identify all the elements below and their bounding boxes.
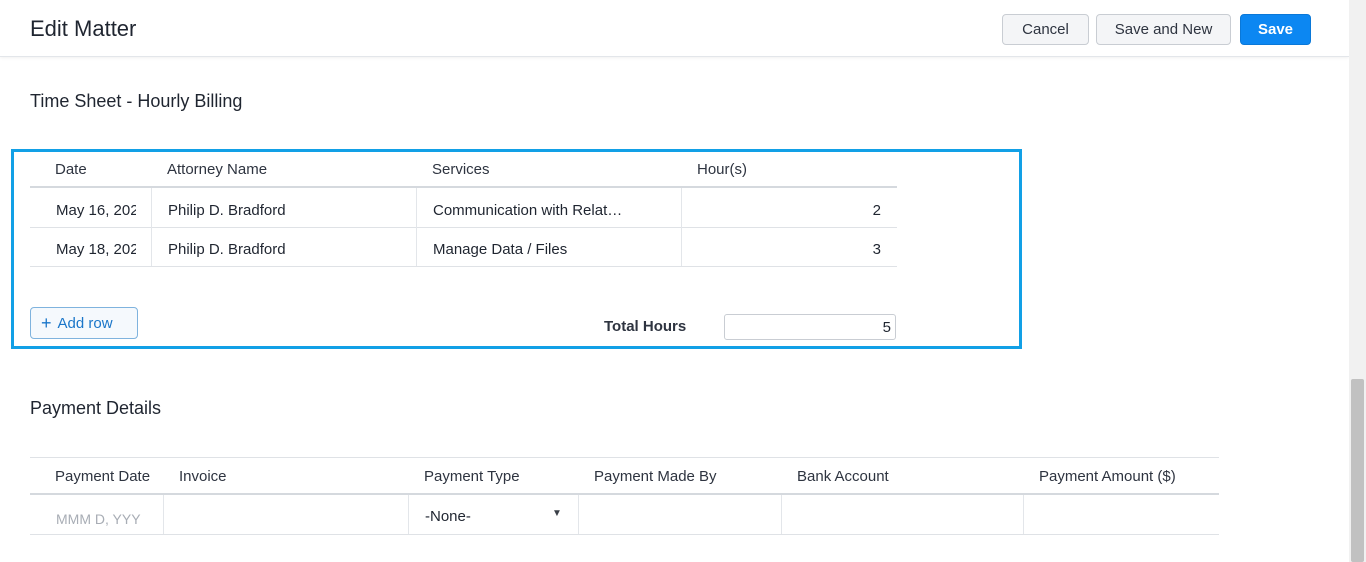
payment-type-value: -None- (425, 508, 471, 525)
column-header-payment-made-by: Payment Made By (594, 468, 717, 485)
cancel-button[interactable]: Cancel (1002, 14, 1089, 45)
scrollbar-thumb[interactable] (1351, 379, 1364, 562)
row-attorney[interactable]: Philip D. Bradford (168, 202, 286, 219)
column-divider (408, 495, 409, 534)
column-divider (151, 188, 152, 266)
column-divider (163, 495, 164, 534)
column-header-payment-type: Payment Type (424, 468, 520, 485)
column-header-payment-amount: Payment Amount ($) (1039, 468, 1176, 485)
add-row-label: Add row (57, 314, 113, 332)
column-divider (681, 188, 682, 266)
row-divider (30, 266, 897, 267)
column-divider (781, 495, 782, 534)
payment-top-border (30, 457, 1219, 458)
column-header-date: Date (55, 161, 87, 178)
payment-row-divider (30, 534, 1219, 535)
row-hours[interactable]: 2 (697, 202, 881, 219)
save-and-new-button[interactable]: Save and New (1096, 14, 1231, 45)
column-header-bank-account: Bank Account (797, 468, 889, 485)
column-divider (578, 495, 579, 534)
column-header-payment-date: Payment Date (55, 468, 151, 485)
row-service[interactable]: Communication with Relat… (433, 202, 622, 219)
column-header-attorney: Attorney Name (167, 161, 268, 178)
caret-down-icon: ▼ (552, 508, 562, 519)
total-hours-field[interactable] (724, 314, 896, 340)
page-title: Edit Matter (30, 16, 137, 41)
add-row-button[interactable]: + Add row (30, 307, 138, 339)
page-header: Edit Matter Cancel Save and New Save (0, 0, 1349, 57)
column-header-hours: Hour(s) (697, 161, 748, 178)
row-attorney[interactable]: Philip D. Bradford (168, 241, 286, 258)
row-date[interactable]: May 16, 202 (56, 202, 136, 219)
column-divider (1023, 495, 1024, 534)
payment-title: Payment Details (30, 398, 162, 418)
row-date[interactable]: May 18, 202 (56, 241, 136, 258)
column-divider (416, 188, 417, 266)
column-header-services: Services (432, 161, 490, 178)
payment-date-input[interactable] (56, 509, 146, 529)
payment-type-select[interactable]: -None- ▼ (409, 496, 578, 534)
total-hours-label: Total Hours (604, 318, 687, 335)
row-hours[interactable]: 3 (697, 241, 881, 258)
row-divider (30, 227, 897, 228)
plus-icon: + (41, 313, 52, 333)
payment-header-divider (30, 493, 1219, 495)
header-divider (30, 186, 897, 188)
save-button[interactable]: Save (1240, 14, 1311, 45)
column-header-invoice: Invoice (179, 468, 227, 485)
timesheet-title: Time Sheet - Hourly Billing (30, 91, 243, 111)
row-service[interactable]: Manage Data / Files (433, 241, 567, 258)
